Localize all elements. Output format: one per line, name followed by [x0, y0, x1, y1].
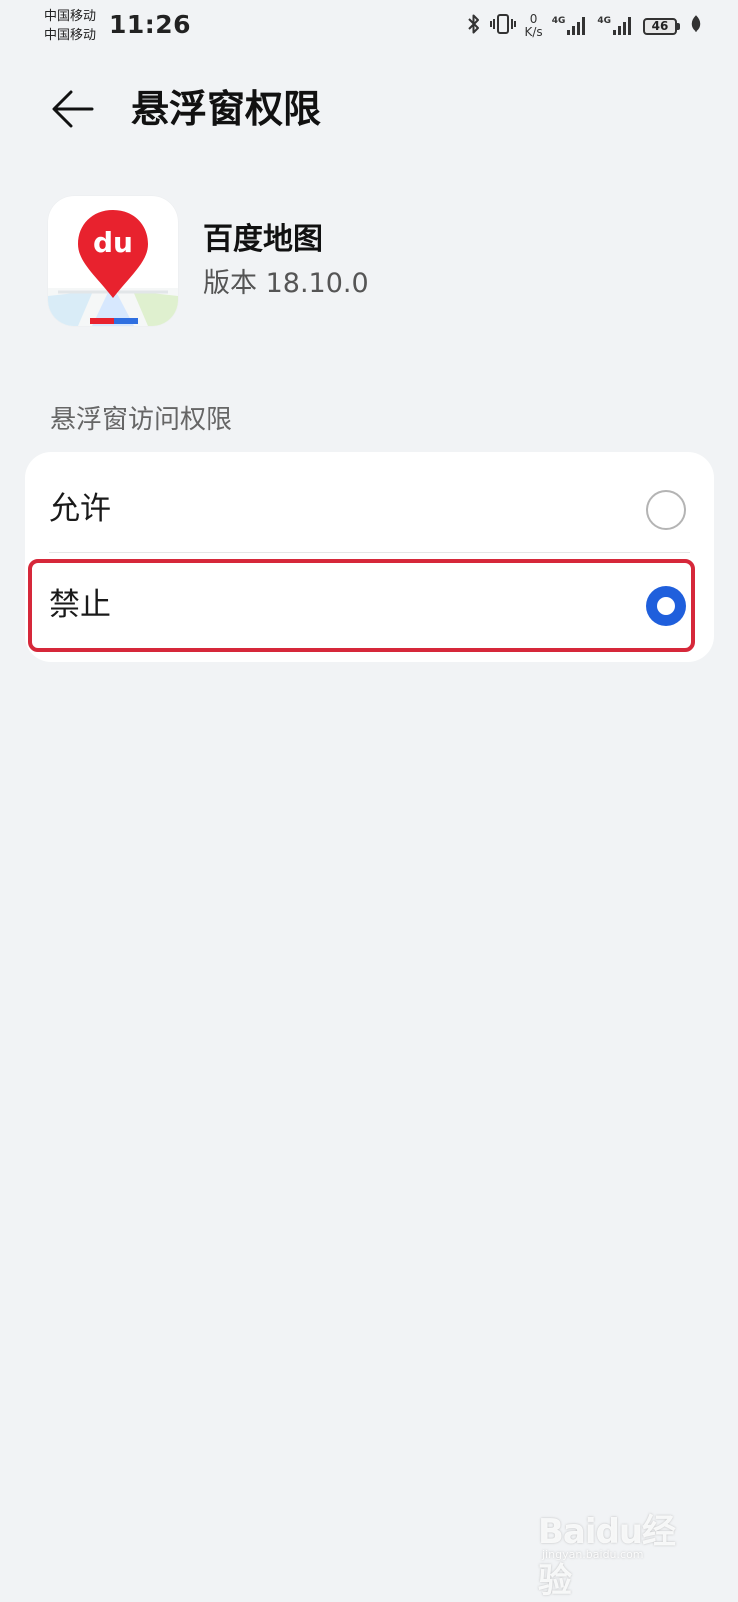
signal-1-label: 4G	[551, 16, 566, 26]
option-allow[interactable]: 允许	[25, 460, 714, 558]
back-button[interactable]	[46, 82, 100, 136]
status-bar: 中国移动 中国移动 11:26 0 K/s 4G 4G 46	[0, 0, 738, 50]
section-title: 悬浮窗访问权限	[50, 405, 233, 435]
vibrate-icon	[489, 13, 516, 39]
watermark-sub: jingyan.baidu.com	[542, 1548, 644, 1561]
arrow-left-icon	[52, 90, 94, 128]
signal-icon	[567, 17, 586, 35]
option-allow-label: 允许	[49, 491, 111, 527]
app-version: 版本 18.10.0	[203, 268, 369, 299]
signal-2: 4G	[597, 16, 634, 36]
carrier-1: 中国移动	[44, 9, 97, 24]
app-icon-text: du	[93, 226, 133, 259]
baidu-maps-app-icon: du	[48, 196, 178, 326]
net-speed: 0 K/s	[525, 13, 543, 39]
signal-2-label: 4G	[597, 16, 611, 26]
permission-options-card: 允许 禁止	[25, 452, 714, 662]
divider	[49, 552, 690, 553]
status-time: 11:26	[109, 10, 192, 39]
signal-icon	[613, 17, 631, 35]
status-icons: 0 K/s 4G 4G 46	[467, 10, 702, 42]
carrier-labels: 中国移动 中国移动	[44, 7, 96, 45]
app-name: 百度地图	[203, 222, 323, 257]
radio-deny[interactable]	[646, 586, 686, 626]
signal-1: 4G	[552, 16, 589, 36]
battery-icon: 46	[643, 17, 680, 35]
radio-allow[interactable]	[646, 490, 686, 530]
page-title: 悬浮窗权限	[131, 87, 322, 131]
option-deny[interactable]: 禁止	[25, 556, 714, 654]
watermark: Baidu经验 jingyan.baidu.com	[538, 1500, 698, 1601]
leaf-icon	[690, 15, 702, 37]
net-speed-unit: K/s	[524, 25, 543, 39]
carrier-2: 中国移动	[44, 28, 97, 43]
bluetooth-icon	[467, 13, 481, 39]
option-deny-label: 禁止	[49, 587, 111, 623]
